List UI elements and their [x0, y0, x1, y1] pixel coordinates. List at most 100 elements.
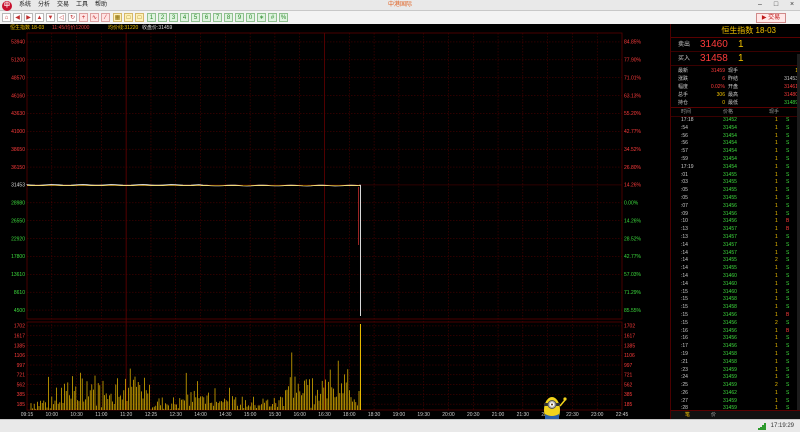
tick-row[interactable]: :25 31459 2 S	[671, 382, 800, 390]
tick-row[interactable]: :21 31458 1 S	[671, 359, 800, 367]
zoom-out-icon[interactable]: □	[135, 13, 144, 22]
time-axis-label: 12:30	[169, 412, 182, 418]
sell-quote-row[interactable]: 卖出 31460 1	[671, 38, 800, 52]
tick-row[interactable]: :54 31454 1 S	[671, 125, 800, 133]
tick-row[interactable]: :19 31458 1 S	[671, 351, 800, 359]
tick-row[interactable]: :13 31457 1 B	[671, 226, 800, 234]
intraday-chart[interactable]: 53940 84.85% 51200 77.90% 48570 71.01% 46160 63…	[0, 24, 670, 419]
tick-row[interactable]: :15 31456 2 S	[671, 320, 800, 328]
tool-2-icon[interactable]: 4	[180, 13, 189, 22]
tick-row[interactable]: :27 31459 1 S	[671, 398, 800, 406]
tick-row[interactable]: :10 31456 1 B	[671, 218, 800, 226]
tick-row[interactable]: :15 31458 1 S	[671, 296, 800, 304]
tick-row[interactable]: :16 31456 1 S	[671, 335, 800, 343]
tick-row[interactable]: :01 31455 1 S	[671, 172, 800, 180]
tick-row[interactable]: :15 31460 1 S	[671, 289, 800, 297]
time-axis-label: 20:30	[467, 412, 480, 418]
tick-row[interactable]: :14 31455 2 S	[671, 257, 800, 265]
maximize-button[interactable]: □	[772, 0, 780, 10]
tool-8-icon[interactable]: 0	[246, 13, 255, 22]
tick-price: 31455	[723, 179, 737, 186]
close-button[interactable]: ×	[788, 0, 796, 10]
home-icon[interactable]: ⌂	[2, 13, 11, 22]
forward-icon[interactable]: ▶	[24, 13, 33, 22]
tool-10-icon[interactable]: #	[268, 13, 277, 22]
stat-label: 最低	[728, 100, 739, 106]
tick-flag: B	[786, 327, 790, 334]
tick-row[interactable]: :13 31457 1 S	[671, 234, 800, 242]
tick-time: :05	[681, 187, 688, 194]
status-clock: 17:19:29	[770, 423, 794, 429]
tick-row[interactable]: :59 31454 1 S	[671, 156, 800, 164]
tick-row[interactable]: :14 31457 1 S	[671, 242, 800, 250]
tick-header-time: 时间	[681, 109, 692, 115]
tool-4-icon[interactable]: 6	[202, 13, 211, 22]
tick-row[interactable]: :57 31454 1 S	[671, 148, 800, 156]
window-title: 中港国际	[387, 2, 412, 8]
grid-icon[interactable]: ▦	[113, 13, 122, 22]
tick-row[interactable]: :09 31456 1 S	[671, 211, 800, 219]
tick-row[interactable]: :14 31460 1 S	[671, 281, 800, 289]
tick-row[interactable]: :16 31456 1 B	[671, 328, 800, 336]
tick-row[interactable]: :56 31454 1 S	[671, 140, 800, 148]
toggle-2-icon[interactable]: 2	[158, 13, 167, 22]
tick-row[interactable]: 17:19 31454 1 S	[671, 164, 800, 172]
tick-row[interactable]: 17:18 31452 1 S	[671, 117, 800, 125]
trade-button[interactable]: ▶ 交易	[756, 13, 786, 23]
tick-time: :07	[681, 202, 688, 209]
tab-ticks[interactable]: 笔	[685, 411, 690, 419]
tick-price: 31456	[723, 327, 737, 334]
tick-row[interactable]: :15 31456 1 B	[671, 312, 800, 320]
tick-qty: 1	[775, 132, 778, 139]
tick-row[interactable]: :17 31456 1 S	[671, 343, 800, 351]
chart-icon[interactable]: ∿	[90, 13, 99, 22]
time-axis-label: 11:00	[95, 412, 107, 418]
tick-flag: S	[786, 389, 790, 396]
tick-row[interactable]: :56 31454 1 S	[671, 133, 800, 141]
tick-row[interactable]: :05 31455 1 S	[671, 187, 800, 195]
tick-list-header: 时间 价格 现手	[671, 108, 800, 117]
tick-row[interactable]: :23 31459 1 S	[671, 367, 800, 375]
line-icon[interactable]: ⁄	[101, 13, 110, 22]
tick-time: :15	[681, 288, 688, 295]
minimize-button[interactable]: –	[756, 0, 764, 10]
sell-volume: 1	[738, 39, 744, 50]
tool-7-icon[interactable]: 9	[235, 13, 244, 22]
down-icon[interactable]: ▼	[46, 13, 55, 22]
tick-price: 31456	[723, 202, 737, 209]
buy-quote-row[interactable]: 买入 31458 1	[671, 52, 800, 66]
tool-1-icon[interactable]: 3	[169, 13, 178, 22]
tool-11-icon[interactable]: %	[279, 13, 288, 22]
refresh-icon[interactable]: ↻	[68, 13, 77, 22]
draw-icon[interactable]: □	[124, 13, 133, 22]
price-axis-label: 26550	[11, 218, 25, 224]
back-icon[interactable]: ◀	[13, 13, 22, 22]
tick-row[interactable]: :14 31460 1 S	[671, 273, 800, 281]
zoom-in-icon[interactable]: +	[79, 13, 88, 22]
tick-row[interactable]: :07 31456 1 S	[671, 203, 800, 211]
left-icon[interactable]: ◁	[57, 13, 66, 22]
up-icon[interactable]: ▲	[35, 13, 44, 22]
tick-flag: S	[786, 155, 790, 162]
tool-5-icon[interactable]: 7	[213, 13, 222, 22]
tick-row[interactable]: :15 31458 1 S	[671, 304, 800, 312]
tick-price: 31457	[723, 226, 737, 233]
tick-row[interactable]: :14 31455 1 S	[671, 265, 800, 273]
tick-qty: 2	[775, 319, 778, 326]
tool-9-icon[interactable]: ∗	[257, 13, 266, 22]
tick-row[interactable]: :03 31455 1 S	[671, 179, 800, 187]
tool-6-icon[interactable]: 8	[224, 13, 233, 22]
tick-qty: 1	[775, 218, 778, 225]
tick-row[interactable]: :14 31457 1 S	[671, 250, 800, 258]
time-axis-label: 20:00	[442, 412, 455, 418]
tab-price[interactable]: 价	[711, 411, 716, 419]
tool-3-icon[interactable]: 5	[191, 13, 200, 22]
tick-qty: 1	[775, 179, 778, 186]
tick-list[interactable]: 17:18 31452 1 S:54 31454 1 S:56 31454 1 S:56 31454…	[671, 117, 800, 419]
tick-row[interactable]: :24 31459 1 S	[671, 374, 800, 382]
stat-value: 31459	[711, 68, 725, 74]
tick-row[interactable]: :05 31455 1 S	[671, 195, 800, 203]
tick-row[interactable]: :26 31462 1 S	[671, 390, 800, 398]
stat-value: 31480	[784, 92, 798, 98]
toggle-1-icon[interactable]: 1	[147, 13, 156, 22]
